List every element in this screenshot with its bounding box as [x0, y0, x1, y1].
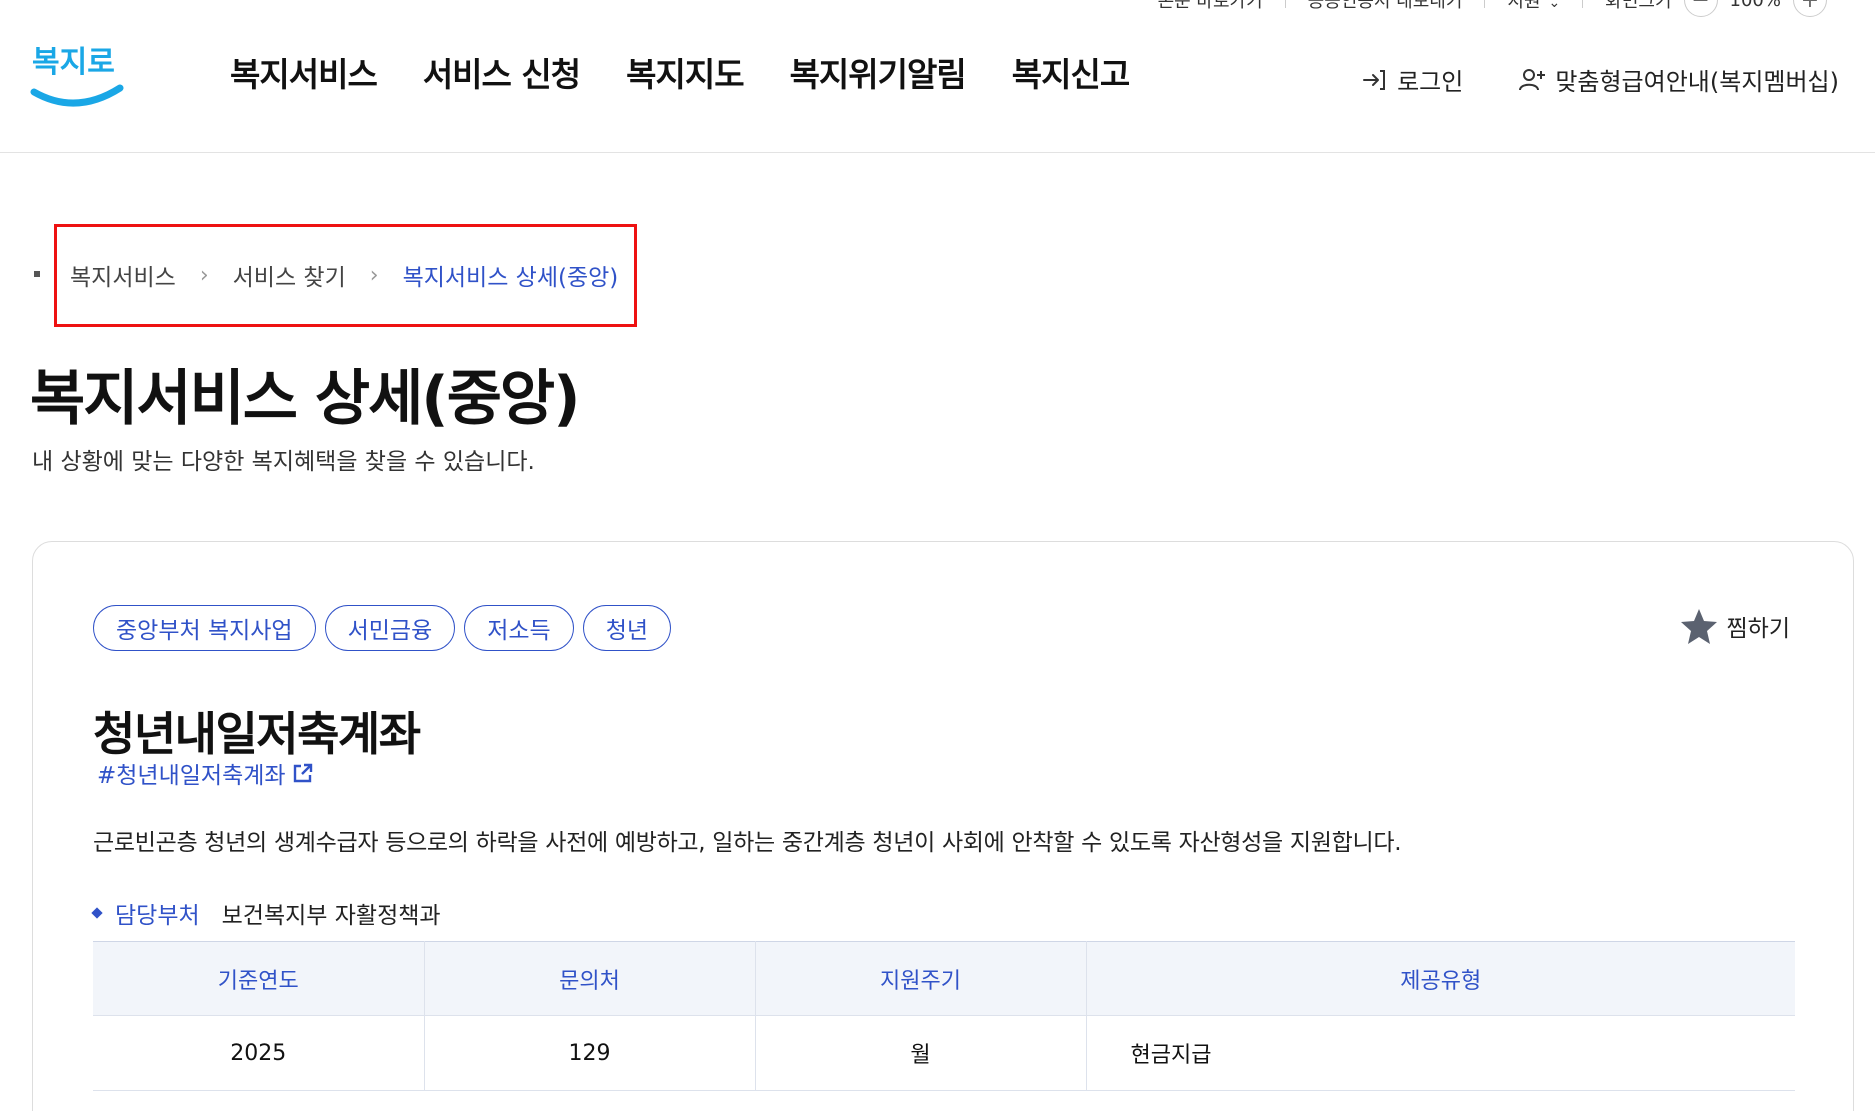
- tag-microfinance[interactable]: 서민금융: [324, 605, 456, 651]
- table-cell-year: 2025: [93, 1015, 425, 1091]
- membership-label: 맞춤형급여안내(복지멤버십): [1555, 68, 1839, 96]
- star-icon: [1680, 609, 1717, 644]
- hashtag-label: #청년내일저축계좌: [97, 763, 286, 789]
- login-icon: [1363, 69, 1386, 90]
- gnb-item-crisis-alert[interactable]: 복지위기알림: [790, 48, 967, 96]
- gnb-item-service-apply[interactable]: 서비스 신청: [423, 48, 581, 96]
- service-info-table: 기준연도 문의처 지원주기 제공유형 2025 129 월 현금지급: [93, 941, 1795, 1091]
- table-header-type: 제공유형: [1086, 941, 1795, 1016]
- external-link-icon: [293, 763, 312, 783]
- table-cell-cycle: 월: [755, 1015, 1087, 1091]
- membership-link[interactable]: 맞춤형급여안내(복지멤버십): [1517, 62, 1839, 97]
- service-tags: 중앙부처 복지사업 서민금융 저소득 청년: [93, 605, 672, 651]
- tag-youth[interactable]: 청년: [582, 605, 672, 651]
- department-row: 담당부처 보건복지부 자활정책과: [91, 896, 441, 930]
- gnb-item-welfare-map[interactable]: 복지지도: [626, 48, 744, 96]
- bookmark-label: 찜하기: [1726, 616, 1790, 642]
- department-label: 담당부처: [115, 903, 200, 929]
- table-header-year: 기준연도: [93, 941, 425, 1016]
- user-add-icon: [1519, 68, 1546, 90]
- table-cell-contact: 129: [424, 1015, 756, 1091]
- diamond-bullet-icon: [91, 907, 103, 919]
- breadcrumb-highlight-box: [54, 224, 637, 327]
- bokjiro-logo[interactable]: 복지로: [30, 30, 124, 110]
- hashtag-link[interactable]: #청년내일저축계좌: [97, 756, 314, 790]
- table-header-cycle: 지원주기: [755, 941, 1087, 1016]
- breadcrumb-bullet: [34, 271, 40, 277]
- global-nav: 복지서비스 서비스 신청 복지지도 복지위기알림 복지신고: [230, 48, 1130, 96]
- department-value: 보건복지부 자활정책과: [221, 903, 441, 929]
- table-row: 2025 129 월 현금지급: [93, 1015, 1795, 1091]
- gnb-item-welfare-report[interactable]: 복지신고: [1012, 48, 1130, 96]
- table-cell-type: 현금지급: [1086, 1015, 1795, 1091]
- table-header-contact: 문의처: [424, 941, 756, 1016]
- page-title: 복지서비스 상세(중앙): [30, 364, 581, 434]
- bookmark-button[interactable]: 찜하기: [1679, 606, 1790, 646]
- user-nav: 로그인 맞춤형급여안내(복지멤버십): [1359, 62, 1839, 97]
- tag-central-ministry[interactable]: 중앙부처 복지사업: [93, 605, 316, 651]
- table-header-row: 기준연도 문의처 지원주기 제공유형: [93, 941, 1795, 1016]
- service-title: 청년내일저축계좌: [93, 707, 421, 761]
- logo-text: 복지로: [32, 45, 115, 80]
- page-description: 내 상황에 맞는 다양한 복지혜택을 찾을 수 있습니다.: [32, 449, 535, 475]
- login-link[interactable]: 로그인: [1359, 62, 1463, 97]
- site-header: 복지로 복지서비스 서비스 신청 복지지도 복지위기알림 복지신고 로그인 맞춤…: [0, 0, 1875, 153]
- tag-low-income[interactable]: 저소득: [464, 605, 574, 651]
- gnb-item-welfare-service[interactable]: 복지서비스: [230, 48, 378, 96]
- login-label: 로그인: [1397, 68, 1464, 96]
- service-description: 근로빈곤층 청년의 생계수급자 등으로의 하락을 사전에 예방하고, 일하는 중…: [93, 830, 1402, 856]
